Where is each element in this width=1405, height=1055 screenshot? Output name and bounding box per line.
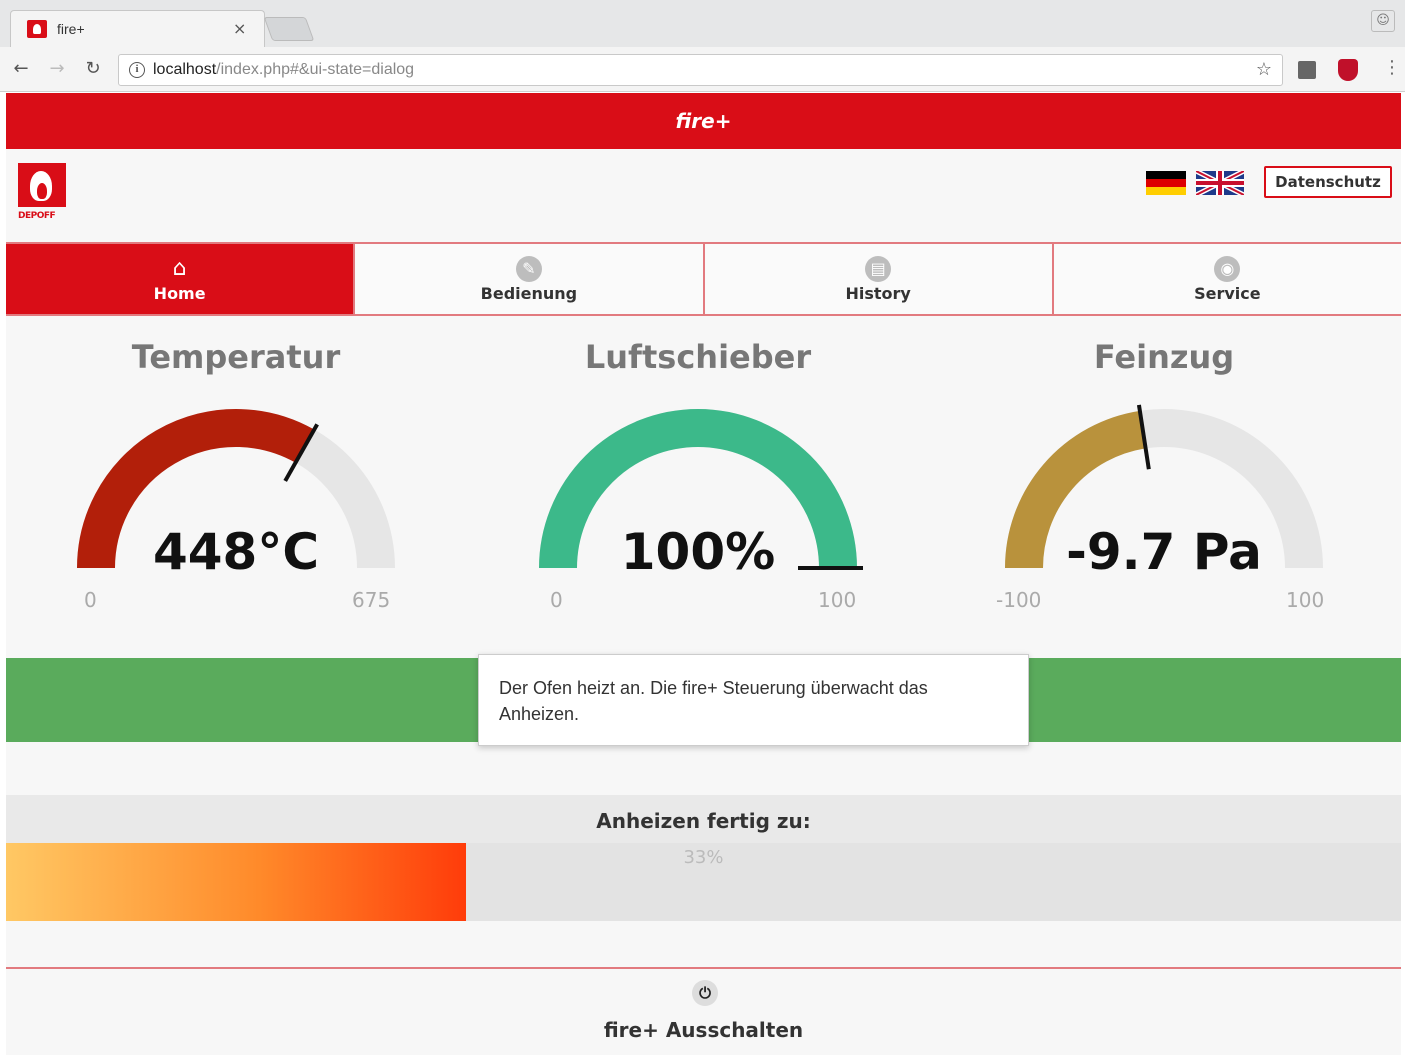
gauge-value: -9.7 Pa (1066, 523, 1262, 581)
home-icon: ⌂ (172, 256, 187, 281)
fire-favicon-icon (27, 20, 47, 38)
gauge-value: 448°C (152, 523, 320, 581)
progress-bar: 33% (6, 843, 1401, 921)
shutdown-button[interactable]: fire+ Ausschalten (6, 1018, 1401, 1042)
browser-tabstrip: fire+ × ☺ (0, 0, 1405, 47)
tab-home[interactable]: ⌂ Home (6, 244, 356, 314)
main-nav: ⌂ Home ✎ Bedienung ▤ History ◉ Service (6, 242, 1401, 316)
forward-icon[interactable]: → (46, 58, 68, 79)
new-tab-button[interactable] (263, 17, 315, 41)
gauge-min: -100 (996, 588, 1042, 612)
tab-bedienung[interactable]: ✎ Bedienung (355, 244, 705, 314)
tab-title: fire+ (57, 21, 85, 37)
info-icon[interactable]: i (129, 62, 145, 78)
browser-menu-icon[interactable]: ⋮ (1383, 57, 1401, 78)
gauge-max: 100 (818, 588, 857, 612)
tab-close-icon[interactable]: × (233, 19, 246, 38)
extension-icon[interactable] (1298, 61, 1316, 79)
gauge-min: 0 (550, 588, 563, 612)
gauge-max: 675 (352, 588, 391, 612)
history-icon: ▤ (865, 256, 892, 282)
tab-service[interactable]: ◉ Service (1053, 244, 1401, 314)
pencil-icon: ✎ (515, 256, 542, 282)
address-bar[interactable]: i localhost/index.php#&ui-state=dialog ☆ (118, 54, 1283, 86)
browser-toolbar: ← → ↻ i localhost/index.php#&ui-state=di… (0, 47, 1405, 92)
german-flag-icon[interactable] (1146, 171, 1186, 195)
tab-history[interactable]: ▤ History (704, 244, 1054, 314)
temperature-gauge: Temperatur 448°C 0 675 (6, 338, 466, 618)
shield-extension-icon[interactable] (1338, 59, 1358, 81)
app-header: fire+ (6, 93, 1401, 149)
gauge-title: Feinzug (1093, 338, 1235, 376)
app-header-title: fire+ (675, 109, 732, 133)
datenschutz-button[interactable]: Datenschutz (1264, 166, 1392, 198)
bookmark-star-icon[interactable]: ☆ (1256, 59, 1272, 80)
progress-percent: 33% (683, 847, 724, 868)
profile-icon[interactable]: ☺ (1371, 10, 1395, 32)
gauge-max: 100 (1286, 588, 1325, 612)
gauge-min: 0 (84, 588, 97, 612)
gauge-title: Luftschieber (584, 338, 812, 376)
power-icon[interactable]: ⏻ (692, 980, 718, 1006)
service-icon: ◉ (1214, 256, 1241, 282)
back-icon[interactable]: ← (10, 58, 32, 79)
status-tooltip: Der Ofen heizt an. Die fire+ Steuerung ü… (478, 654, 1029, 746)
brand-logo: DEPOFF (18, 163, 68, 227)
gauge-title: Temperatur (131, 338, 341, 376)
reload-icon[interactable]: ↻ (82, 58, 104, 79)
browser-tab[interactable]: fire+ × (10, 10, 265, 47)
uk-flag-icon[interactable] (1196, 171, 1244, 195)
draft-gauge: Feinzug -9.7 Pa -100 100 (934, 338, 1394, 618)
progress-heading: Anheizen fertig zu: (6, 795, 1401, 843)
divider (6, 967, 1401, 969)
url-text[interactable]: localhost/index.php#&ui-state=dialog (153, 61, 414, 79)
air-slider-gauge: Luftschieber 100% 0 100 (468, 338, 928, 618)
app-page: fire+ DEPOFF Datenschutz ⌂ Home ✎ Bedien… (6, 93, 1401, 1055)
gauge-value: 100% (620, 523, 776, 581)
